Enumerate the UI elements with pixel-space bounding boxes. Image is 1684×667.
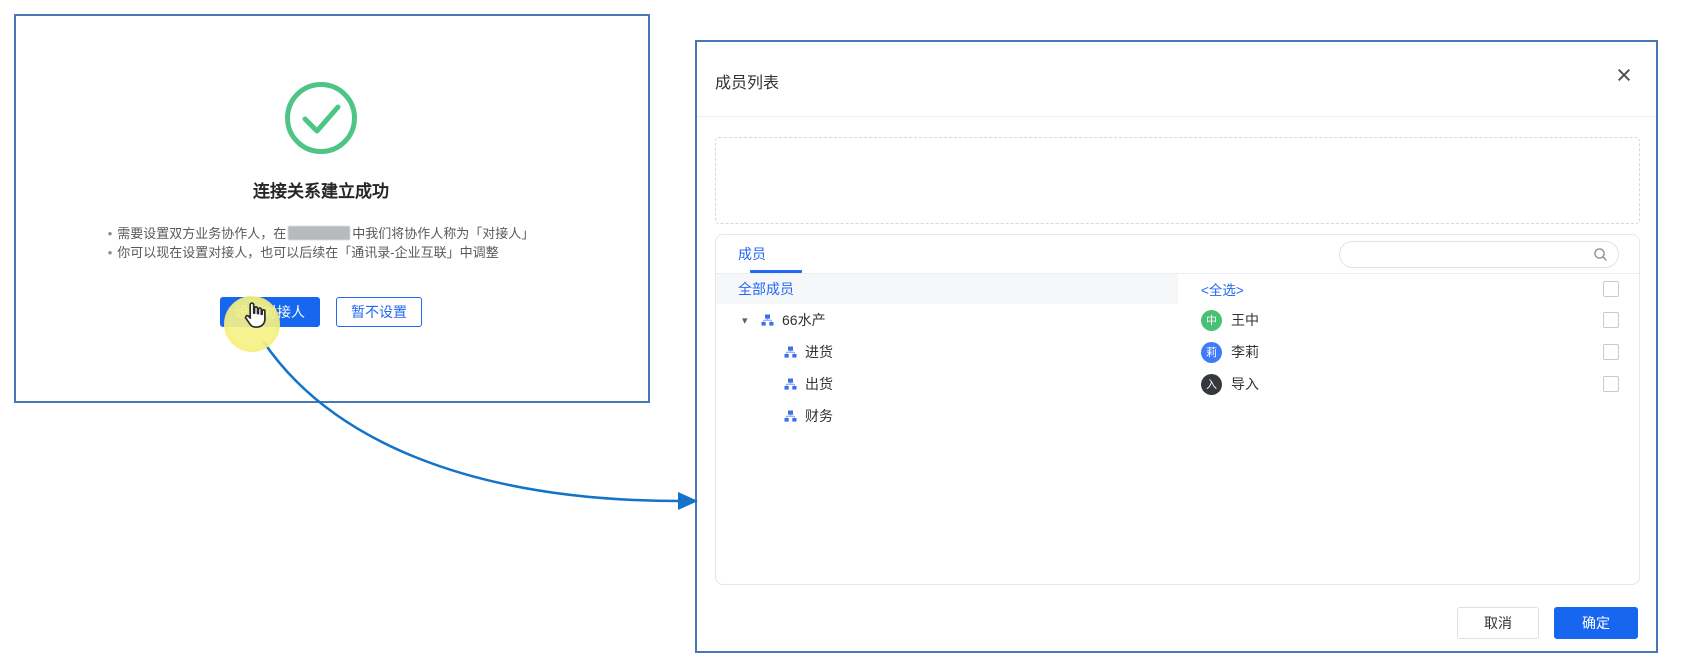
success-actions: 设置对接人 暂不设置 bbox=[16, 297, 626, 327]
redacted-product-name bbox=[288, 226, 350, 240]
success-description: • 需要设置双方业务协作人，在 中我们将协作人称为「对接人」 • 你可以现在设置对接人… bbox=[16, 224, 626, 262]
avatar: 中 bbox=[1201, 310, 1222, 331]
dialog-header: 成员列表 × bbox=[697, 42, 1656, 117]
bullet1-prefix: 需要设置双方业务协作人，在 bbox=[117, 226, 286, 241]
select-all-checkbox[interactable] bbox=[1603, 281, 1619, 297]
member-name: 王中 bbox=[1231, 310, 1259, 330]
member-list-dialog: 成员列表 × 成员 bbox=[695, 40, 1658, 653]
tree-item-label: 财务 bbox=[805, 406, 833, 426]
org-icon bbox=[784, 378, 797, 391]
tree-item-chuhuo[interactable]: 出货 bbox=[716, 368, 1178, 400]
tab-active-underline bbox=[750, 270, 802, 273]
member-row[interactable]: 莉 李莉 bbox=[1178, 336, 1639, 368]
org-icon bbox=[784, 410, 797, 423]
member-name: 李莉 bbox=[1231, 342, 1259, 362]
select-all-row: <全选> bbox=[1178, 274, 1639, 304]
department-tree: 全部成员 ▾ 66水产 bbox=[716, 274, 1178, 585]
tree-item-label: 进货 bbox=[805, 342, 833, 362]
close-icon[interactable]: × bbox=[1608, 60, 1640, 92]
confirm-button[interactable]: 确定 bbox=[1554, 607, 1638, 639]
picker-tabbar: 成员 bbox=[716, 235, 1639, 274]
skip-button[interactable]: 暂不设置 bbox=[336, 297, 422, 327]
member-list: <全选> 中 王中 莉 李莉 bbox=[1178, 274, 1639, 585]
member-checkbox[interactable] bbox=[1603, 376, 1619, 392]
member-picker-panel: 成员 全部成员 bbox=[715, 234, 1640, 585]
member-checkbox[interactable] bbox=[1603, 344, 1619, 360]
tree-item-label: 出货 bbox=[805, 374, 833, 394]
bullet-dot: • bbox=[108, 245, 113, 260]
bullet-dot: • bbox=[108, 226, 113, 241]
avatar: 莉 bbox=[1201, 342, 1222, 363]
screenshot-root: 连接关系建立成功 • 需要设置双方业务协作人，在 中我们将协作人称为「对接人」 • 你… bbox=[0, 0, 1684, 667]
success-title: 连接关系建立成功 bbox=[16, 177, 626, 202]
bullet-line-1: • 需要设置双方业务协作人，在 中我们将协作人称为「对接人」 bbox=[108, 224, 535, 243]
dialog-footer: 取消 确定 bbox=[1457, 607, 1638, 639]
tree-item-66shuichan[interactable]: ▾ 66水产 bbox=[716, 304, 1178, 336]
tree-item-jinhuo[interactable]: 进货 bbox=[716, 336, 1178, 368]
caret-down-icon[interactable]: ▾ bbox=[742, 314, 756, 327]
avatar: 入 bbox=[1201, 374, 1222, 395]
success-check-icon bbox=[283, 80, 359, 156]
bullet-line-2: • 你可以现在设置对接人，也可以后续在「通讯录-企业互联」中调整 bbox=[108, 243, 535, 262]
tree-root-all-members[interactable]: 全部成员 bbox=[716, 274, 1178, 304]
dialog-title: 成员列表 bbox=[715, 69, 779, 93]
bullet1-suffix: 中我们将协作人称为「对接人」 bbox=[352, 226, 534, 241]
org-icon bbox=[761, 314, 774, 327]
selected-members-area bbox=[715, 137, 1640, 224]
search-input[interactable] bbox=[1352, 246, 1593, 263]
select-all-link[interactable]: <全选> bbox=[1201, 279, 1244, 299]
search-icon bbox=[1593, 247, 1608, 262]
org-icon bbox=[784, 346, 797, 359]
tree-item-label: 66水产 bbox=[782, 310, 826, 330]
bullet2-text: 你可以现在设置对接人，也可以后续在「通讯录-企业互联」中调整 bbox=[117, 245, 498, 260]
member-row[interactable]: 入 导入 bbox=[1178, 368, 1639, 400]
success-dialog: 连接关系建立成功 • 需要设置双方业务协作人，在 中我们将协作人称为「对接人」 • 你… bbox=[14, 14, 650, 403]
member-checkbox[interactable] bbox=[1603, 312, 1619, 328]
tree-item-caiwu[interactable]: 财务 bbox=[716, 400, 1178, 432]
tab-members-label: 成员 bbox=[738, 246, 766, 262]
picker-body: 全部成员 ▾ 66水产 bbox=[716, 274, 1639, 585]
hand-cursor-icon bbox=[237, 299, 271, 333]
tab-members[interactable]: 成员 bbox=[738, 235, 766, 273]
member-name: 导入 bbox=[1231, 374, 1259, 394]
member-row[interactable]: 中 王中 bbox=[1178, 304, 1639, 336]
cancel-button[interactable]: 取消 bbox=[1457, 607, 1539, 639]
search-box[interactable] bbox=[1339, 241, 1619, 268]
